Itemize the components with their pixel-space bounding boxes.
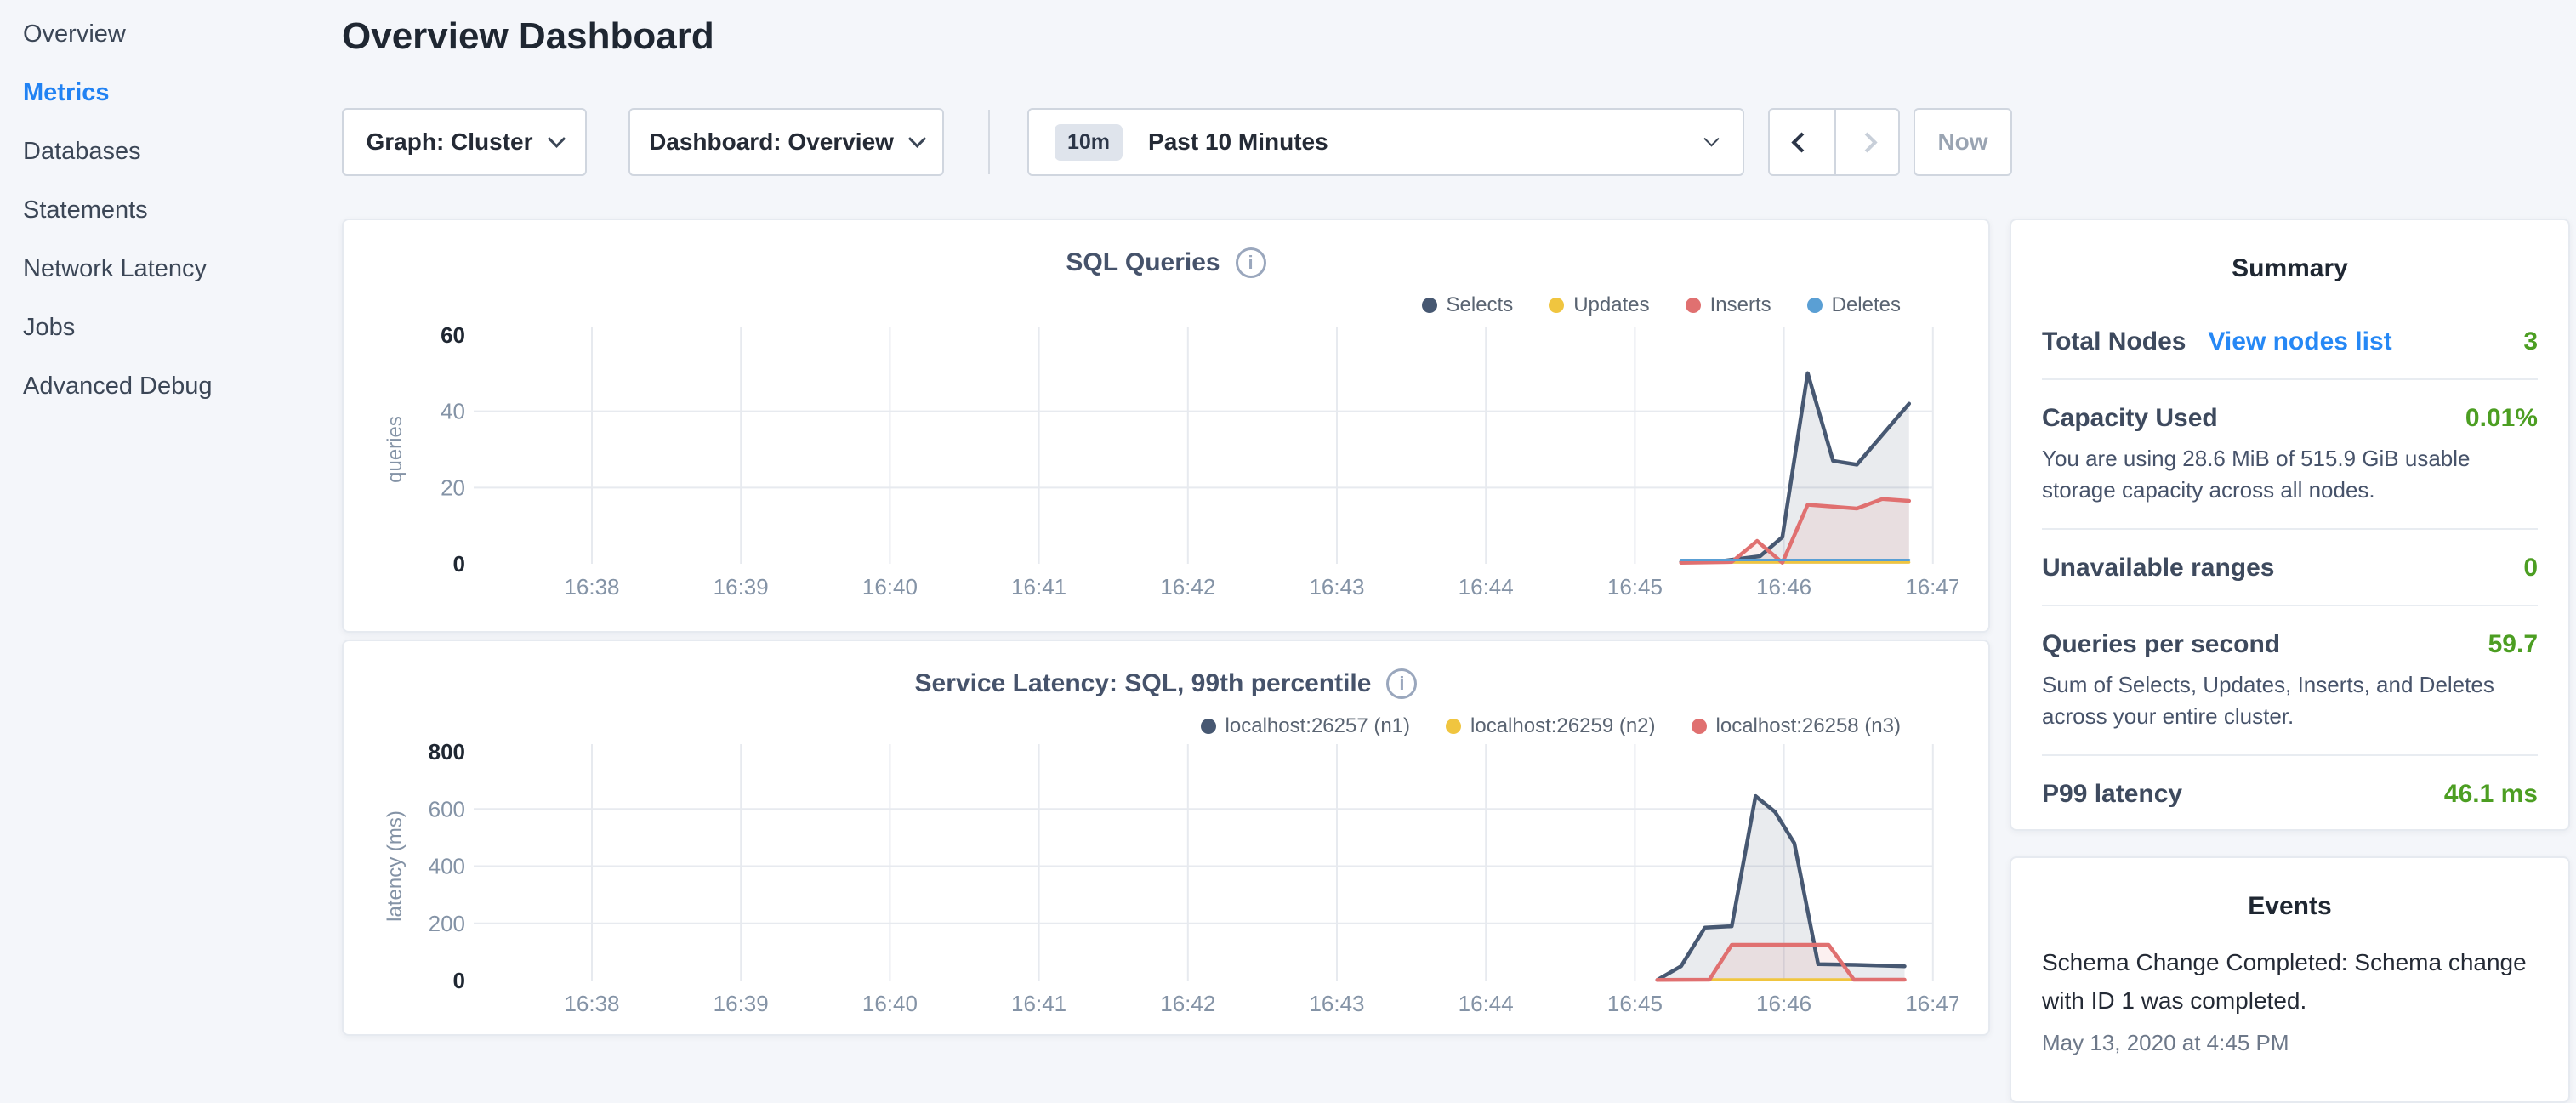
legend-item[interactable]: localhost:26258 (n3) <box>1692 714 1901 738</box>
legend-dot <box>1692 719 1707 734</box>
dashboard-selector-dropdown[interactable]: Dashboard: Overview <box>628 108 944 176</box>
graph-selector-dropdown[interactable]: Graph: Cluster <box>342 108 587 176</box>
svg-text:16:42: 16:42 <box>1160 991 1215 1016</box>
capacity-used-value: 0.01% <box>2465 404 2538 433</box>
legend-dot <box>1807 298 1823 313</box>
svg-text:600: 600 <box>429 796 465 822</box>
unavailable-ranges-value: 0 <box>2523 554 2538 583</box>
legend-item[interactable]: localhost:26259 (n2) <box>1446 714 1655 738</box>
svg-text:16:41: 16:41 <box>1011 574 1066 600</box>
svg-text:16:40: 16:40 <box>862 574 918 600</box>
svg-text:0: 0 <box>453 968 465 993</box>
svg-text:16:41: 16:41 <box>1011 991 1066 1016</box>
view-nodes-list-link[interactable]: View nodes list <box>2208 327 2391 356</box>
sidebar-item-metrics[interactable]: Metrics <box>23 64 312 122</box>
svg-text:latency (ms): latency (ms) <box>384 810 407 922</box>
events-panel: Events Schema Change Completed: Schema c… <box>2010 856 2570 1103</box>
chart-plot-area[interactable]: 0 200 400 600 800 16:38 16:39 16:40 16:41 16:42 16… <box>376 737 1958 1018</box>
summary-title: Summary <box>2011 254 2568 283</box>
divider <box>2042 605 2538 606</box>
svg-text:16:38: 16:38 <box>564 991 619 1016</box>
event-timestamp: May 13, 2020 at 4:45 PM <box>2042 1030 2538 1056</box>
chevron-down-icon <box>908 129 926 147</box>
total-nodes-value: 3 <box>2523 327 2538 356</box>
chart-legend: Selects Updates Inserts Deletes <box>1422 293 1902 317</box>
summary-row-unavailable-ranges: Unavailable ranges 0 <box>2042 554 2538 583</box>
chart-plot-area[interactable]: 0 20 40 60 16:38 16:39 16:40 16:41 16:42 16:43 16:… <box>376 321 1958 601</box>
svg-text:queries: queries <box>384 416 407 483</box>
legend-dot <box>1549 298 1564 313</box>
sidebar-item-network-latency[interactable]: Network Latency <box>23 240 312 298</box>
queries-per-second-value: 59.7 <box>2488 630 2538 659</box>
svg-text:0: 0 <box>453 551 465 577</box>
sidebar-item-advanced-debug[interactable]: Advanced Debug <box>23 357 312 416</box>
legend-dot <box>1686 298 1701 313</box>
legend-item[interactable]: Updates <box>1549 293 1649 317</box>
chart-legend: localhost:26257 (n1) localhost:26259 (n2)… <box>1201 714 1901 738</box>
chart-title: Service Latency: SQL, 99th percentile <box>915 669 1372 698</box>
svg-text:16:45: 16:45 <box>1607 574 1663 600</box>
svg-text:16:39: 16:39 <box>714 574 769 600</box>
sql-queries-chart-card: SQL Queries Selects Updates Inserts Deletes… <box>342 219 1990 633</box>
legend-item[interactable]: Selects <box>1422 293 1514 317</box>
chevron-left-icon <box>1792 132 1812 152</box>
svg-text:16:46: 16:46 <box>1756 574 1811 600</box>
summary-panel: Summary Total Nodes View nodes list 3 Ca… <box>2010 219 2570 831</box>
toolbar-divider <box>988 110 990 174</box>
page-title: Overview Dashboard <box>342 15 714 58</box>
svg-text:200: 200 <box>429 911 465 936</box>
chevron-down-icon <box>1703 131 1719 146</box>
sidebar: Overview Metrics Databases Statements Ne… <box>23 5 312 416</box>
svg-text:16:47: 16:47 <box>1905 991 1958 1016</box>
legend-item[interactable]: localhost:26257 (n1) <box>1201 714 1410 738</box>
legend-dot <box>1446 719 1461 734</box>
svg-text:16:47: 16:47 <box>1905 574 1958 600</box>
time-range-dropdown[interactable]: 10m Past 10 Minutes <box>1027 108 1744 176</box>
info-icon[interactable] <box>1386 668 1417 699</box>
legend-dot <box>1422 298 1437 313</box>
events-title: Events <box>2011 892 2568 921</box>
sidebar-item-databases[interactable]: Databases <box>23 122 312 181</box>
svg-text:16:43: 16:43 <box>1309 991 1364 1016</box>
sidebar-item-overview[interactable]: Overview <box>23 5 312 64</box>
p99-latency-value: 46.1 ms <box>2444 780 2538 809</box>
svg-text:20: 20 <box>441 475 465 500</box>
svg-text:60: 60 <box>441 322 465 348</box>
sidebar-item-statements[interactable]: Statements <box>23 181 312 240</box>
svg-text:16:44: 16:44 <box>1459 574 1514 600</box>
summary-row-queries-per-second: Queries per second 59.7 Sum of Selects, … <box>2042 630 2538 732</box>
divider <box>2042 754 2538 756</box>
time-step-forward-button[interactable] <box>1834 110 1899 174</box>
svg-text:16:45: 16:45 <box>1607 991 1663 1016</box>
svg-text:16:40: 16:40 <box>862 991 918 1016</box>
divider <box>2042 528 2538 530</box>
info-icon[interactable] <box>1236 247 1266 278</box>
svg-text:16:42: 16:42 <box>1160 574 1215 600</box>
svg-text:16:39: 16:39 <box>714 991 769 1016</box>
svg-text:800: 800 <box>429 739 465 765</box>
time-range-badge: 10m <box>1055 124 1123 161</box>
chevron-right-icon <box>1857 132 1877 152</box>
time-step-buttons <box>1768 108 1900 176</box>
sidebar-item-jobs[interactable]: Jobs <box>23 298 312 357</box>
legend-item[interactable]: Deletes <box>1807 293 1901 317</box>
svg-text:16:44: 16:44 <box>1459 991 1514 1016</box>
svg-text:16:46: 16:46 <box>1756 991 1811 1016</box>
summary-row-capacity-used: Capacity Used 0.01% You are using 28.6 M… <box>2042 404 2538 506</box>
divider <box>2042 378 2538 380</box>
chart-title: SQL Queries <box>1066 248 1220 277</box>
svg-text:400: 400 <box>429 854 465 879</box>
legend-item[interactable]: Inserts <box>1686 293 1771 317</box>
chevron-down-icon <box>547 129 565 147</box>
service-latency-chart-card: Service Latency: SQL, 99th percentile lo… <box>342 640 1990 1036</box>
event-message: Schema Change Completed: Schema change w… <box>2042 943 2538 1020</box>
legend-dot <box>1201 719 1216 734</box>
svg-text:16:43: 16:43 <box>1309 574 1364 600</box>
svg-text:16:38: 16:38 <box>564 574 619 600</box>
summary-row-total-nodes: Total Nodes View nodes list 3 <box>2042 327 2538 356</box>
summary-row-p99-latency: P99 latency 46.1 ms <box>2042 780 2538 809</box>
time-step-back-button[interactable] <box>1770 110 1834 174</box>
svg-text:40: 40 <box>441 399 465 424</box>
now-button[interactable]: Now <box>1914 108 2012 176</box>
